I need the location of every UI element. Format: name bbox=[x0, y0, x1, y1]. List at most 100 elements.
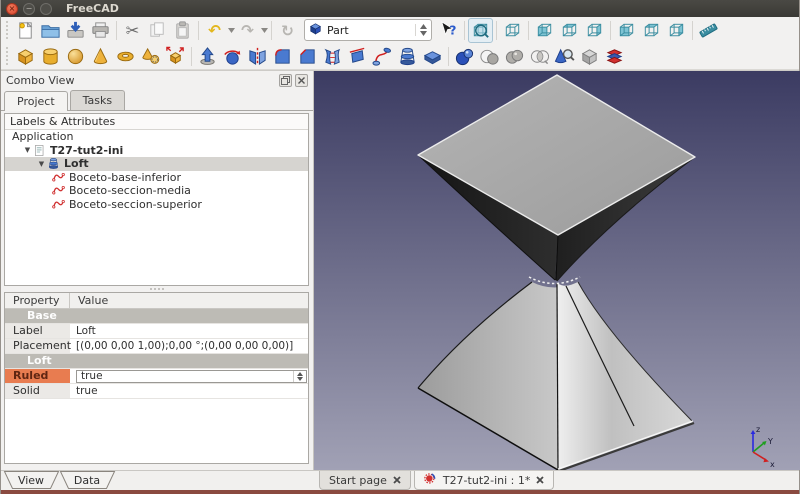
loft-icon[interactable] bbox=[395, 44, 420, 69]
tab-project[interactable]: Project bbox=[4, 91, 68, 111]
sweep-icon[interactable] bbox=[370, 44, 395, 69]
property-value-text[interactable]: [(0,00 0,00 1,00);0,00 °;(0,00 0,00 0,00… bbox=[76, 339, 293, 353]
refresh-icon[interactable]: ↻ bbox=[275, 18, 300, 43]
property-name-cell[interactable]: Placement bbox=[5, 339, 70, 353]
tree-item-label[interactable]: Loft bbox=[61, 157, 92, 170]
property-value-cell[interactable]: Loft bbox=[70, 324, 308, 338]
revolve-icon[interactable] bbox=[220, 44, 245, 69]
measure-icon[interactable] bbox=[696, 18, 721, 43]
close-panel-icon[interactable] bbox=[295, 74, 308, 87]
ruled-surface-icon[interactable] bbox=[320, 44, 345, 69]
property-row-solid[interactable]: Solid true bbox=[5, 384, 308, 399]
property-value-text[interactable]: Loft bbox=[76, 324, 96, 338]
value-spinner-icon[interactable] bbox=[293, 371, 306, 382]
tree-item-label[interactable]: T27-tut2-ini bbox=[47, 144, 126, 157]
defeaturing-icon[interactable] bbox=[577, 44, 602, 69]
cone-icon[interactable] bbox=[88, 44, 113, 69]
torus-icon[interactable] bbox=[113, 44, 138, 69]
tab-data-label[interactable]: Data bbox=[74, 474, 100, 487]
redo-icon[interactable]: ↷ bbox=[235, 18, 260, 43]
whats-this-icon[interactable]: ? bbox=[436, 18, 461, 43]
maximize-window-button[interactable] bbox=[40, 3, 52, 15]
sphere-icon[interactable] bbox=[63, 44, 88, 69]
paste-icon[interactable] bbox=[170, 18, 195, 43]
property-value-editor[interactable]: true bbox=[76, 370, 307, 383]
cut-icon[interactable]: ✂ bbox=[120, 18, 145, 43]
property-name-cell[interactable]: Solid bbox=[5, 384, 70, 398]
float-panel-icon[interactable] bbox=[279, 74, 292, 87]
tree-item-application[interactable]: Application bbox=[5, 130, 308, 144]
undo-icon[interactable]: ↶ bbox=[202, 18, 227, 43]
minimize-window-button[interactable]: − bbox=[23, 3, 35, 15]
undo-dropdown-icon[interactable] bbox=[227, 18, 235, 43]
chamfer-icon[interactable] bbox=[295, 44, 320, 69]
tree-expand-icon[interactable]: ▼ bbox=[37, 160, 46, 168]
cross-sections-icon[interactable] bbox=[602, 44, 627, 69]
print-icon[interactable] bbox=[88, 18, 113, 43]
top-view-icon[interactable] bbox=[557, 18, 582, 43]
redo-dropdown-icon[interactable] bbox=[260, 18, 268, 43]
fit-all-icon[interactable] bbox=[468, 18, 493, 43]
create-primitives-icon[interactable] bbox=[138, 44, 163, 69]
document-tab-label[interactable]: Start page bbox=[329, 474, 387, 487]
tree-item-label[interactable]: Boceto-seccion-superior bbox=[66, 198, 205, 211]
property-row-placement[interactable]: Placement [(0,00 0,00 1,00);0,00 °;(0,00 … bbox=[5, 339, 308, 354]
tab-tasks[interactable]: Tasks bbox=[70, 90, 125, 110]
close-window-button[interactable]: × bbox=[6, 3, 18, 15]
property-name-cell[interactable]: Label bbox=[5, 324, 70, 338]
shape-builder-icon[interactable] bbox=[163, 44, 188, 69]
property-value-cell[interactable]: [(0,00 0,00 1,00);0,00 °;(0,00 0,00 0,00… bbox=[70, 339, 308, 353]
tree-item-boceto-base-inferior[interactable]: Boceto-base-inferior bbox=[5, 171, 308, 185]
document-tab-label[interactable]: T27-tut2-ini : 1* bbox=[443, 474, 531, 487]
new-file-icon[interactable] bbox=[13, 18, 38, 43]
tree-expand-icon[interactable]: ▼ bbox=[23, 146, 32, 154]
property-row-label[interactable]: Label Loft bbox=[5, 324, 308, 339]
bottom-view-icon[interactable] bbox=[639, 18, 664, 43]
extrude-icon[interactable] bbox=[195, 44, 220, 69]
close-tab-icon[interactable] bbox=[393, 474, 401, 487]
copy-icon[interactable] bbox=[145, 18, 170, 43]
save-icon[interactable] bbox=[63, 18, 88, 43]
property-row-ruled[interactable]: Ruled true bbox=[5, 369, 308, 384]
left-view-icon[interactable] bbox=[664, 18, 689, 43]
axonometric-view-icon[interactable] bbox=[500, 18, 525, 43]
property-value-text[interactable]: true bbox=[76, 384, 98, 398]
tree-item-boceto-seccion-media[interactable]: Boceto-seccion-media bbox=[5, 184, 308, 198]
axis-y-label: Y bbox=[767, 437, 773, 446]
intersection-icon[interactable] bbox=[527, 44, 552, 69]
cylinder-icon[interactable] bbox=[38, 44, 63, 69]
tree-item-t27-tut2-ini[interactable]: ▼ T27-tut2-ini bbox=[5, 144, 308, 158]
offset-icon[interactable] bbox=[345, 44, 370, 69]
tab-view-label[interactable]: View bbox=[18, 474, 44, 487]
fillet-icon[interactable] bbox=[270, 44, 295, 69]
tree-item-label[interactable]: Boceto-base-inferior bbox=[66, 171, 184, 184]
section-icon[interactable] bbox=[420, 44, 445, 69]
3d-viewport[interactable]: z Y x bbox=[314, 71, 800, 470]
tree-item-boceto-seccion-superior[interactable]: Boceto-seccion-superior bbox=[5, 198, 308, 212]
boolean-icon[interactable] bbox=[452, 44, 477, 69]
right-view-icon[interactable] bbox=[582, 18, 607, 43]
tree-item-loft[interactable]: ▼ Loft bbox=[5, 157, 308, 171]
property-value-text[interactable]: true bbox=[81, 369, 103, 383]
toolbar-grip[interactable] bbox=[6, 21, 9, 39]
workbench-selector[interactable]: Part bbox=[304, 19, 432, 41]
front-view-icon[interactable] bbox=[532, 18, 557, 43]
mirror-icon[interactable] bbox=[245, 44, 270, 69]
check-geometry-icon[interactable] bbox=[552, 44, 577, 69]
tree-item-label[interactable]: Application bbox=[9, 130, 76, 143]
rear-view-icon[interactable] bbox=[614, 18, 639, 43]
box-icon[interactable] bbox=[13, 44, 38, 69]
open-file-icon[interactable] bbox=[38, 18, 63, 43]
property-name-cell[interactable]: Ruled bbox=[5, 369, 70, 383]
property-value-cell[interactable]: true bbox=[70, 384, 308, 398]
close-tab-icon[interactable] bbox=[536, 474, 544, 487]
property-value-cell[interactable]: true bbox=[70, 369, 308, 383]
document-tab-t27-tut2-ini[interactable]: T27-tut2-ini : 1* bbox=[414, 471, 555, 490]
workbench-spinner-icon[interactable] bbox=[415, 24, 427, 36]
cut-boolean-icon[interactable] bbox=[477, 44, 502, 69]
window-title: FreeCAD bbox=[66, 2, 119, 15]
document-tab-start[interactable]: Start page bbox=[319, 471, 411, 490]
tree-item-label[interactable]: Boceto-seccion-media bbox=[66, 184, 194, 197]
union-icon[interactable] bbox=[502, 44, 527, 69]
toolbar-grip[interactable] bbox=[6, 47, 9, 65]
